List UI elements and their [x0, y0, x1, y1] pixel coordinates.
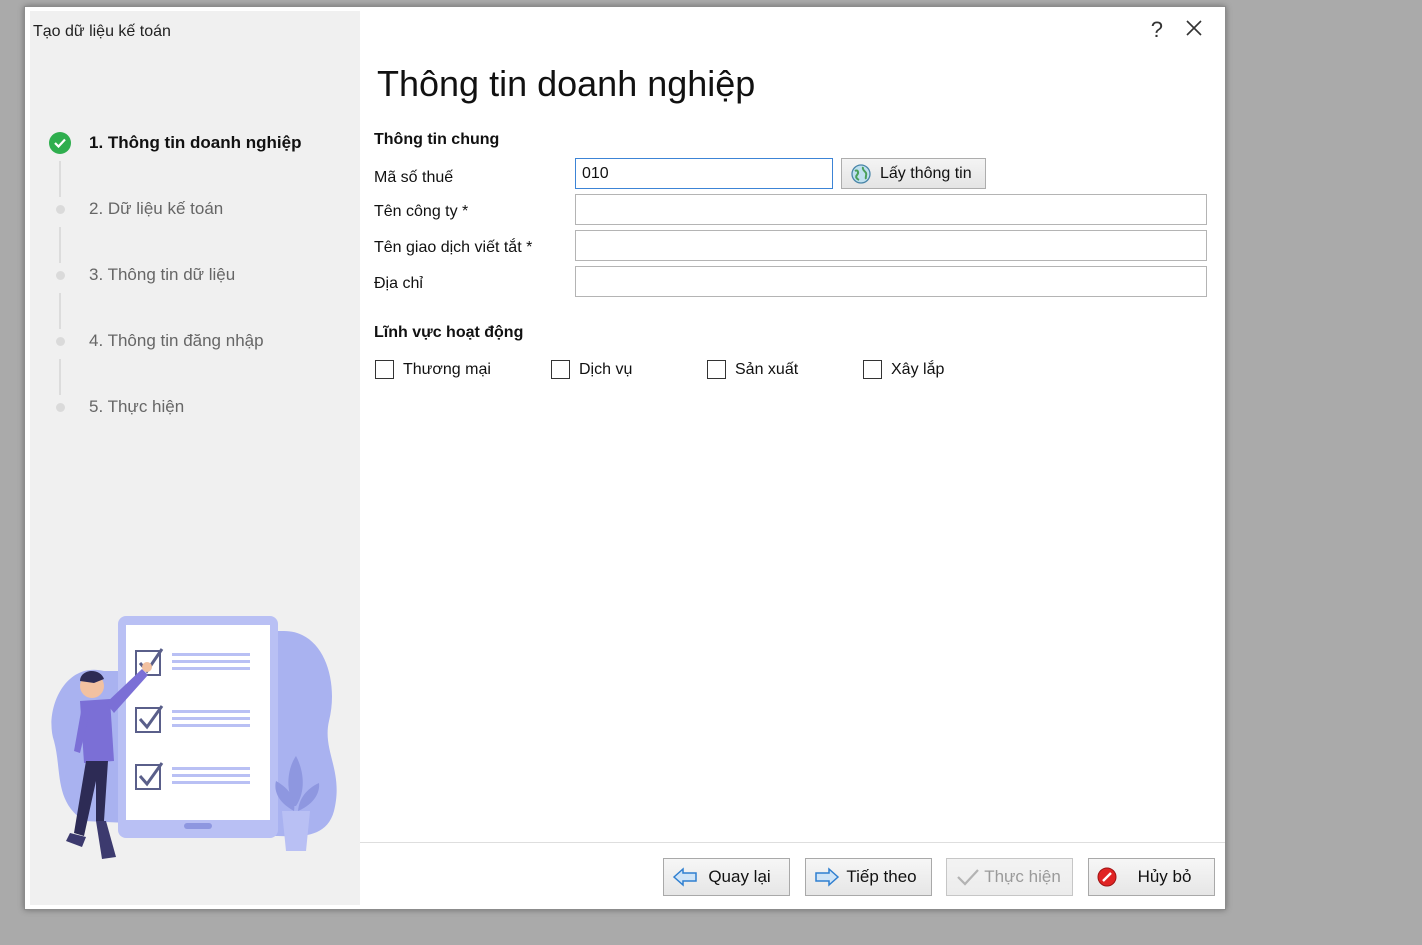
checkbox-label: Thương mại	[403, 360, 491, 378]
address-input[interactable]	[575, 266, 1207, 297]
help-button[interactable]: ?	[1151, 17, 1163, 43]
step-dot-icon	[55, 336, 65, 346]
wizard-sidebar: Tạo dữ liệu kế toán 1. Thông tin doanh n…	[30, 11, 360, 905]
wizard-step-label: 5. Thực hiện	[89, 397, 185, 416]
step-dot-icon	[55, 204, 65, 214]
activity-checkbox-service[interactable]: Dịch vụ	[551, 360, 632, 379]
step-connector	[59, 227, 61, 263]
close-icon[interactable]	[1183, 17, 1205, 39]
window-title: Tạo dữ liệu kế toán	[33, 23, 171, 40]
wizard-content: ? Thông tin doanh nghiệp Thông tin chung…	[360, 7, 1225, 909]
execute-button[interactable]: Thực hiện	[946, 858, 1073, 896]
section-heading-activity: Lĩnh vực hoạt động	[374, 324, 524, 341]
tax-code-input[interactable]	[575, 158, 833, 189]
globe-icon	[851, 163, 871, 184]
step-dot-icon	[55, 270, 65, 280]
back-label: Quay lại	[708, 867, 771, 886]
execute-label: Thực hiện	[984, 867, 1061, 886]
company-name-label: Tên công ty *	[374, 203, 469, 220]
cancel-label: Hủy bỏ	[1137, 867, 1192, 886]
page-title: Thông tin doanh nghiệp	[377, 63, 756, 104]
company-name-input[interactable]	[575, 194, 1207, 225]
checkbox-label: Xây lắp	[891, 360, 945, 378]
short-name-input[interactable]	[575, 230, 1207, 261]
next-label: Tiếp theo	[846, 867, 917, 886]
checkbox-label: Dịch vụ	[579, 360, 633, 378]
activity-checkbox-production[interactable]: Sản xuất	[707, 360, 798, 379]
section-heading-general: Thông tin chung	[374, 131, 500, 148]
address-label: Địa chỉ	[374, 275, 423, 292]
activity-checkbox-construction[interactable]: Xây lắp	[863, 360, 944, 379]
get-info-button[interactable]: Lấy thông tin	[841, 158, 986, 189]
step-connector	[59, 359, 61, 395]
checkbox-box[interactable]	[551, 360, 570, 379]
checklist-illustration	[51, 616, 337, 859]
wizard-step-label: 4. Thông tin đăng nhập	[89, 331, 264, 350]
wizard-step-label: 2. Dữ liệu kế toán	[89, 199, 224, 218]
cancel-button[interactable]: Hủy bỏ	[1088, 858, 1215, 896]
get-info-label: Lấy thông tin	[880, 164, 972, 182]
check-circle-icon	[49, 132, 71, 154]
activity-checkbox-trade[interactable]: Thương mại	[375, 360, 491, 379]
step-connector	[59, 161, 61, 197]
wizard-step-label: 3. Thông tin dữ liệu	[89, 265, 236, 284]
checkbox-box[interactable]	[707, 360, 726, 379]
tax-code-label: Mã số thuế	[374, 169, 454, 186]
back-button[interactable]: Quay lại	[663, 858, 790, 896]
checkbox-box[interactable]	[375, 360, 394, 379]
checkbox-box[interactable]	[863, 360, 882, 379]
short-name-label: Tên giao dịch viết tắt *	[374, 239, 533, 256]
footer-divider	[360, 842, 1225, 843]
checkbox-label: Sản xuất	[735, 360, 799, 378]
create-accounting-data-dialog: Tạo dữ liệu kế toán 1. Thông tin doanh n…	[24, 6, 1226, 910]
next-button[interactable]: Tiếp theo	[805, 858, 932, 896]
wizard-step-label: 1. Thông tin doanh nghiệp	[89, 133, 302, 152]
step-dot-icon	[55, 402, 65, 412]
step-connector	[59, 293, 61, 329]
